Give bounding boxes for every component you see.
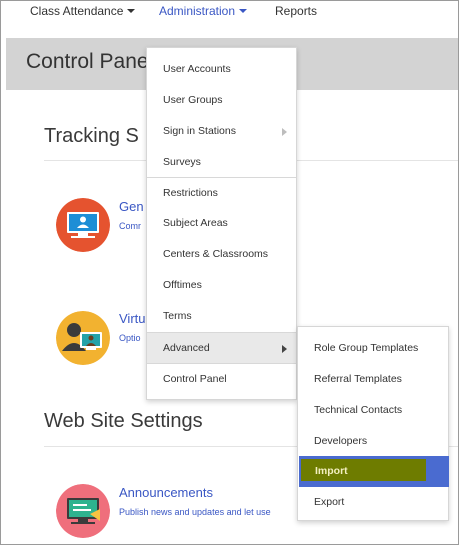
menu-item-label: Advanced [163,342,210,354]
menu-item-developers[interactable]: Developers [298,426,448,457]
top-nav: Class Attendance Administration Reports [0,0,459,38]
menu-item-label: Developers [314,435,368,447]
menu-item-restrictions[interactable]: Restrictions [147,177,296,208]
menu-item-centers-classrooms[interactable]: Centers & Classrooms [147,239,296,270]
caret-down-icon [127,9,136,13]
administration-menu: User Accounts User Groups Sign in Statio… [146,47,297,400]
menu-item-label: User Groups [163,94,223,106]
caret-down-icon [239,9,248,13]
page-title: Control Panel [26,50,154,73]
menu-item-label: Restrictions [163,187,218,199]
nav-administration-label: Administration [159,4,236,18]
menu-item-label: Subject Areas [163,217,228,229]
menu-item-label: Surveys [163,156,201,168]
section-title-tracking: Tracking S [44,125,139,147]
video-call-icon[interactable] [56,311,110,365]
announcement-monitor-icon[interactable] [56,484,110,538]
menu-item-label: Centers & Classrooms [163,248,269,260]
menu-item-label: Referral Templates [314,373,402,385]
menu-item-referral-templates[interactable]: Referral Templates [298,364,448,395]
menu-item-label: Export [314,496,345,508]
feature-description: Comr [119,221,141,231]
section-title-web-site-settings: Web Site Settings [44,410,203,432]
menu-item-label: Role Group Templates [314,342,419,354]
menu-item-user-groups[interactable]: User Groups [147,85,296,116]
menu-item-label: Import [315,465,348,477]
menu-item-technical-contacts[interactable]: Technical Contacts [298,395,448,426]
nav-class-attendance[interactable]: Class Attendance [30,4,136,18]
menu-item-surveys[interactable]: Surveys [147,147,296,178]
nav-reports[interactable]: Reports [275,4,317,18]
menu-item-label: Control Panel [163,373,227,385]
menu-item-control-panel[interactable]: Control Panel [147,363,296,394]
menu-item-label: User Accounts [163,63,231,75]
monitor-user-icon[interactable] [56,198,110,252]
menu-item-label: Terms [163,310,192,322]
nav-administration[interactable]: Administration [159,4,248,18]
menu-item-sign-in-stations[interactable]: Sign in Stations [147,116,296,147]
menu-item-label: Sign in Stations [163,125,236,137]
menu-item-export[interactable]: Export [298,487,448,518]
menu-item-terms[interactable]: Terms [147,301,296,332]
nav-class-attendance-label: Class Attendance [30,4,124,18]
menu-item-import[interactable]: Import [299,456,449,487]
chevron-right-icon [282,345,287,353]
menu-item-label: Technical Contacts [314,404,403,416]
feature-description: Optio [119,333,141,343]
feature-title[interactable]: Gen [119,199,144,214]
feature-title[interactable]: Announcements [119,485,213,500]
chevron-right-icon [282,128,287,136]
menu-item-label: Offtimes [163,279,202,291]
menu-item-role-group-templates[interactable]: Role Group Templates [298,333,448,364]
menu-item-user-accounts[interactable]: User Accounts [147,54,296,85]
feature-description: Publish news and updates and let use [119,507,271,517]
menu-item-subject-areas[interactable]: Subject Areas [147,208,296,239]
nav-reports-label: Reports [275,4,318,18]
menu-item-offtimes[interactable]: Offtimes [147,270,296,301]
menu-item-advanced[interactable]: Advanced [147,332,296,363]
feature-title[interactable]: Virtu [119,311,146,326]
advanced-submenu: Role Group Templates Referral Templates … [297,326,449,521]
